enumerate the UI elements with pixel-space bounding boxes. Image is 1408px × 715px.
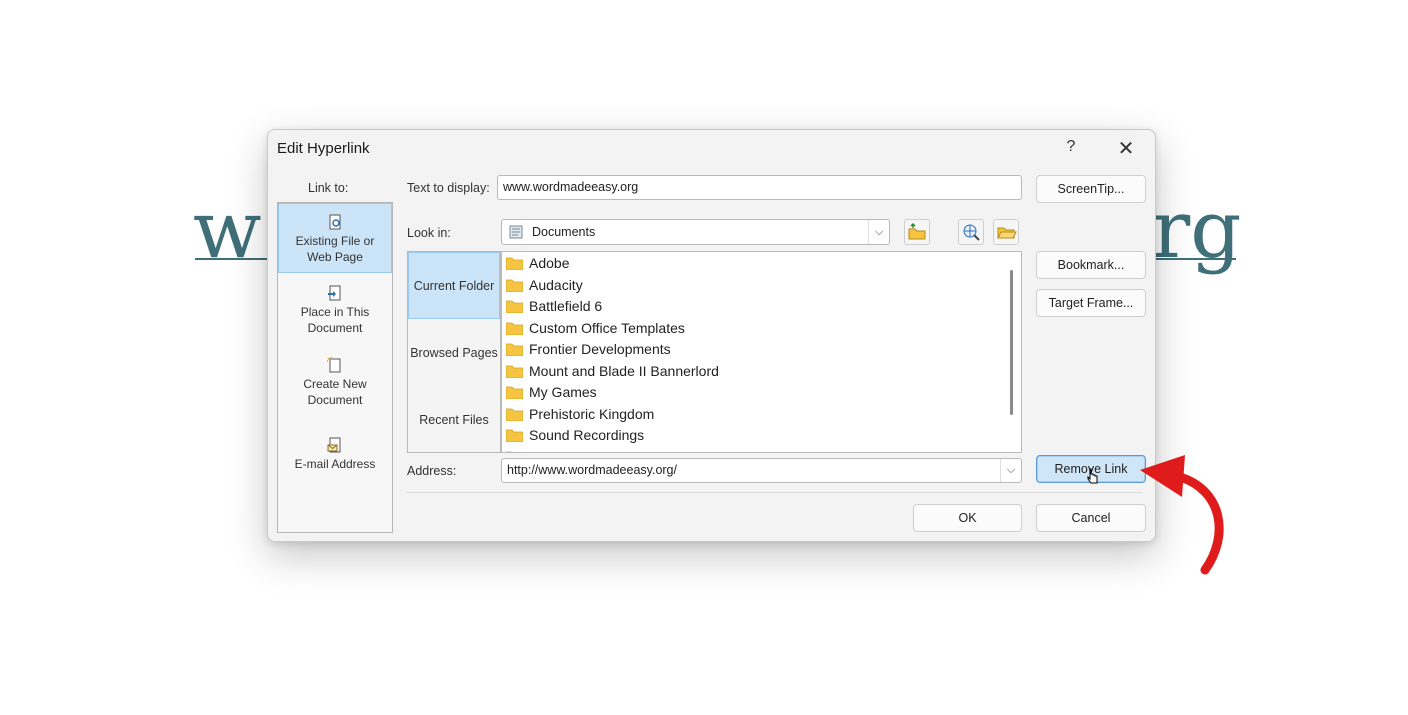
text-to-display-input[interactable]: www.wordmadeeasy.org xyxy=(497,175,1022,200)
folder-icon xyxy=(506,386,523,399)
target-frame-button[interactable]: Target Frame... xyxy=(1036,289,1146,317)
address-value: http://www.wordmadeeasy.org/ xyxy=(507,463,677,477)
look-in-label: Look in: xyxy=(407,226,451,240)
list-item-label: Sound Integration xyxy=(529,449,640,453)
tab-browsed-pages[interactable]: Browsed Pages xyxy=(408,320,500,387)
link-to-place-label-2: Document xyxy=(307,321,363,335)
list-item[interactable]: Sound Integration xyxy=(506,447,640,453)
text-to-display-label: Text to display: xyxy=(407,181,490,195)
browse-web-button[interactable] xyxy=(958,219,984,245)
folder-icon xyxy=(506,279,523,292)
list-item-label: My Games xyxy=(529,384,597,400)
list-item[interactable]: Mount and Blade II Bannerlord xyxy=(506,361,719,382)
look-in-combobox[interactable]: Documents ⌵ xyxy=(501,219,890,245)
help-button[interactable]: ? xyxy=(1061,138,1081,156)
link-to-place-label-1: Place in This xyxy=(300,305,370,319)
list-item-label: Adobe xyxy=(529,255,570,271)
link-to-create-new-document[interactable]: Create New Document xyxy=(278,357,392,421)
list-item-label: Battlefield 6 xyxy=(529,298,603,314)
list-item[interactable]: My Games xyxy=(506,382,597,403)
address-chevron-down-icon[interactable]: ⌵ xyxy=(1000,459,1021,482)
mouse-cursor-icon xyxy=(1087,468,1098,484)
existing-file-icon xyxy=(329,214,341,230)
look-in-value: Documents xyxy=(532,225,596,239)
list-item[interactable]: Adobe xyxy=(506,253,569,274)
dialog-title: Edit Hyperlink xyxy=(277,140,370,157)
list-item[interactable]: Battlefield 6 xyxy=(506,296,602,317)
link-to-label: Link to: xyxy=(308,181,349,195)
screentip-button[interactable]: ScreenTip... xyxy=(1036,175,1146,203)
list-item[interactable]: Custom Office Templates xyxy=(506,318,685,339)
edit-hyperlink-dialog: Edit Hyperlink ? ✕ Link to: Existing Fil… xyxy=(267,129,1156,542)
folder-icon xyxy=(506,343,523,356)
annotation-arrow-icon xyxy=(1140,455,1224,575)
folder-icon xyxy=(506,408,523,421)
list-item-label: Custom Office Templates xyxy=(529,319,685,336)
list-item[interactable]: Audacity xyxy=(506,275,583,296)
link-to-place-in-document[interactable]: Place in This Document xyxy=(278,285,392,349)
close-button[interactable]: ✕ xyxy=(1115,136,1137,161)
place-in-document-icon xyxy=(328,285,341,301)
new-document-icon xyxy=(327,357,341,373)
documents-folder-icon xyxy=(509,225,523,239)
bookmark-button[interactable]: Bookmark... xyxy=(1036,251,1146,279)
link-to-create-label-2: Document xyxy=(307,393,363,407)
folder-icon xyxy=(506,300,523,313)
link-to-sidebar: Existing File or Web Page Place in This … xyxy=(277,202,393,533)
file-list-scrollbar[interactable] xyxy=(1010,270,1013,415)
link-underline-right xyxy=(1152,258,1236,260)
open-folder-icon xyxy=(997,227,1017,239)
folder-icon xyxy=(506,429,523,442)
list-item-label: Audacity xyxy=(529,276,583,293)
up-one-folder-button[interactable] xyxy=(904,219,930,245)
list-item-label: Sound Recordings xyxy=(529,427,645,443)
link-to-create-label-1: Create New xyxy=(303,377,367,391)
folder-icon xyxy=(506,365,523,378)
list-item-label: Frontier Developments xyxy=(529,341,671,357)
folder-up-icon xyxy=(908,222,926,240)
list-item[interactable]: Sound Recordings xyxy=(506,425,644,446)
list-item-label: Mount and Blade II Bannerlord xyxy=(529,362,719,379)
look-in-tabs: Current Folder Browsed Pages Recent File… xyxy=(407,251,501,453)
list-item[interactable]: Prehistoric Kingdom xyxy=(506,404,654,425)
link-to-email-label: E-mail Address xyxy=(294,457,376,471)
link-to-existing-file-label-2: Web Page xyxy=(307,250,363,264)
list-item[interactable]: Frontier Developments xyxy=(506,339,671,360)
folder-icon xyxy=(506,451,514,452)
link-to-existing-file[interactable]: Existing File or Web Page xyxy=(278,203,392,273)
link-to-email-address[interactable]: E-mail Address xyxy=(278,437,392,485)
folder-icon xyxy=(506,322,523,335)
browse-web-icon xyxy=(963,224,980,241)
tab-current-folder[interactable]: Current Folder xyxy=(408,252,500,319)
dialog-separator xyxy=(407,492,1143,493)
address-label: Address: xyxy=(407,464,457,478)
ok-button[interactable]: OK xyxy=(913,504,1022,532)
list-item-label: Prehistoric Kingdom xyxy=(529,405,655,422)
folder-icon xyxy=(506,257,523,270)
link-to-existing-file-label-1: Existing File or xyxy=(295,234,375,248)
browse-file-button[interactable] xyxy=(993,219,1019,245)
tab-recent-files[interactable]: Recent Files xyxy=(408,387,500,454)
file-list[interactable]: Adobe Audacity Battlefield 6 Custom Office … xyxy=(501,251,1022,453)
address-input[interactable]: http://www.wordmadeeasy.org/ ⌵ xyxy=(501,458,1022,483)
email-icon xyxy=(327,437,341,453)
chevron-down-icon[interactable]: ⌵ xyxy=(868,220,889,244)
